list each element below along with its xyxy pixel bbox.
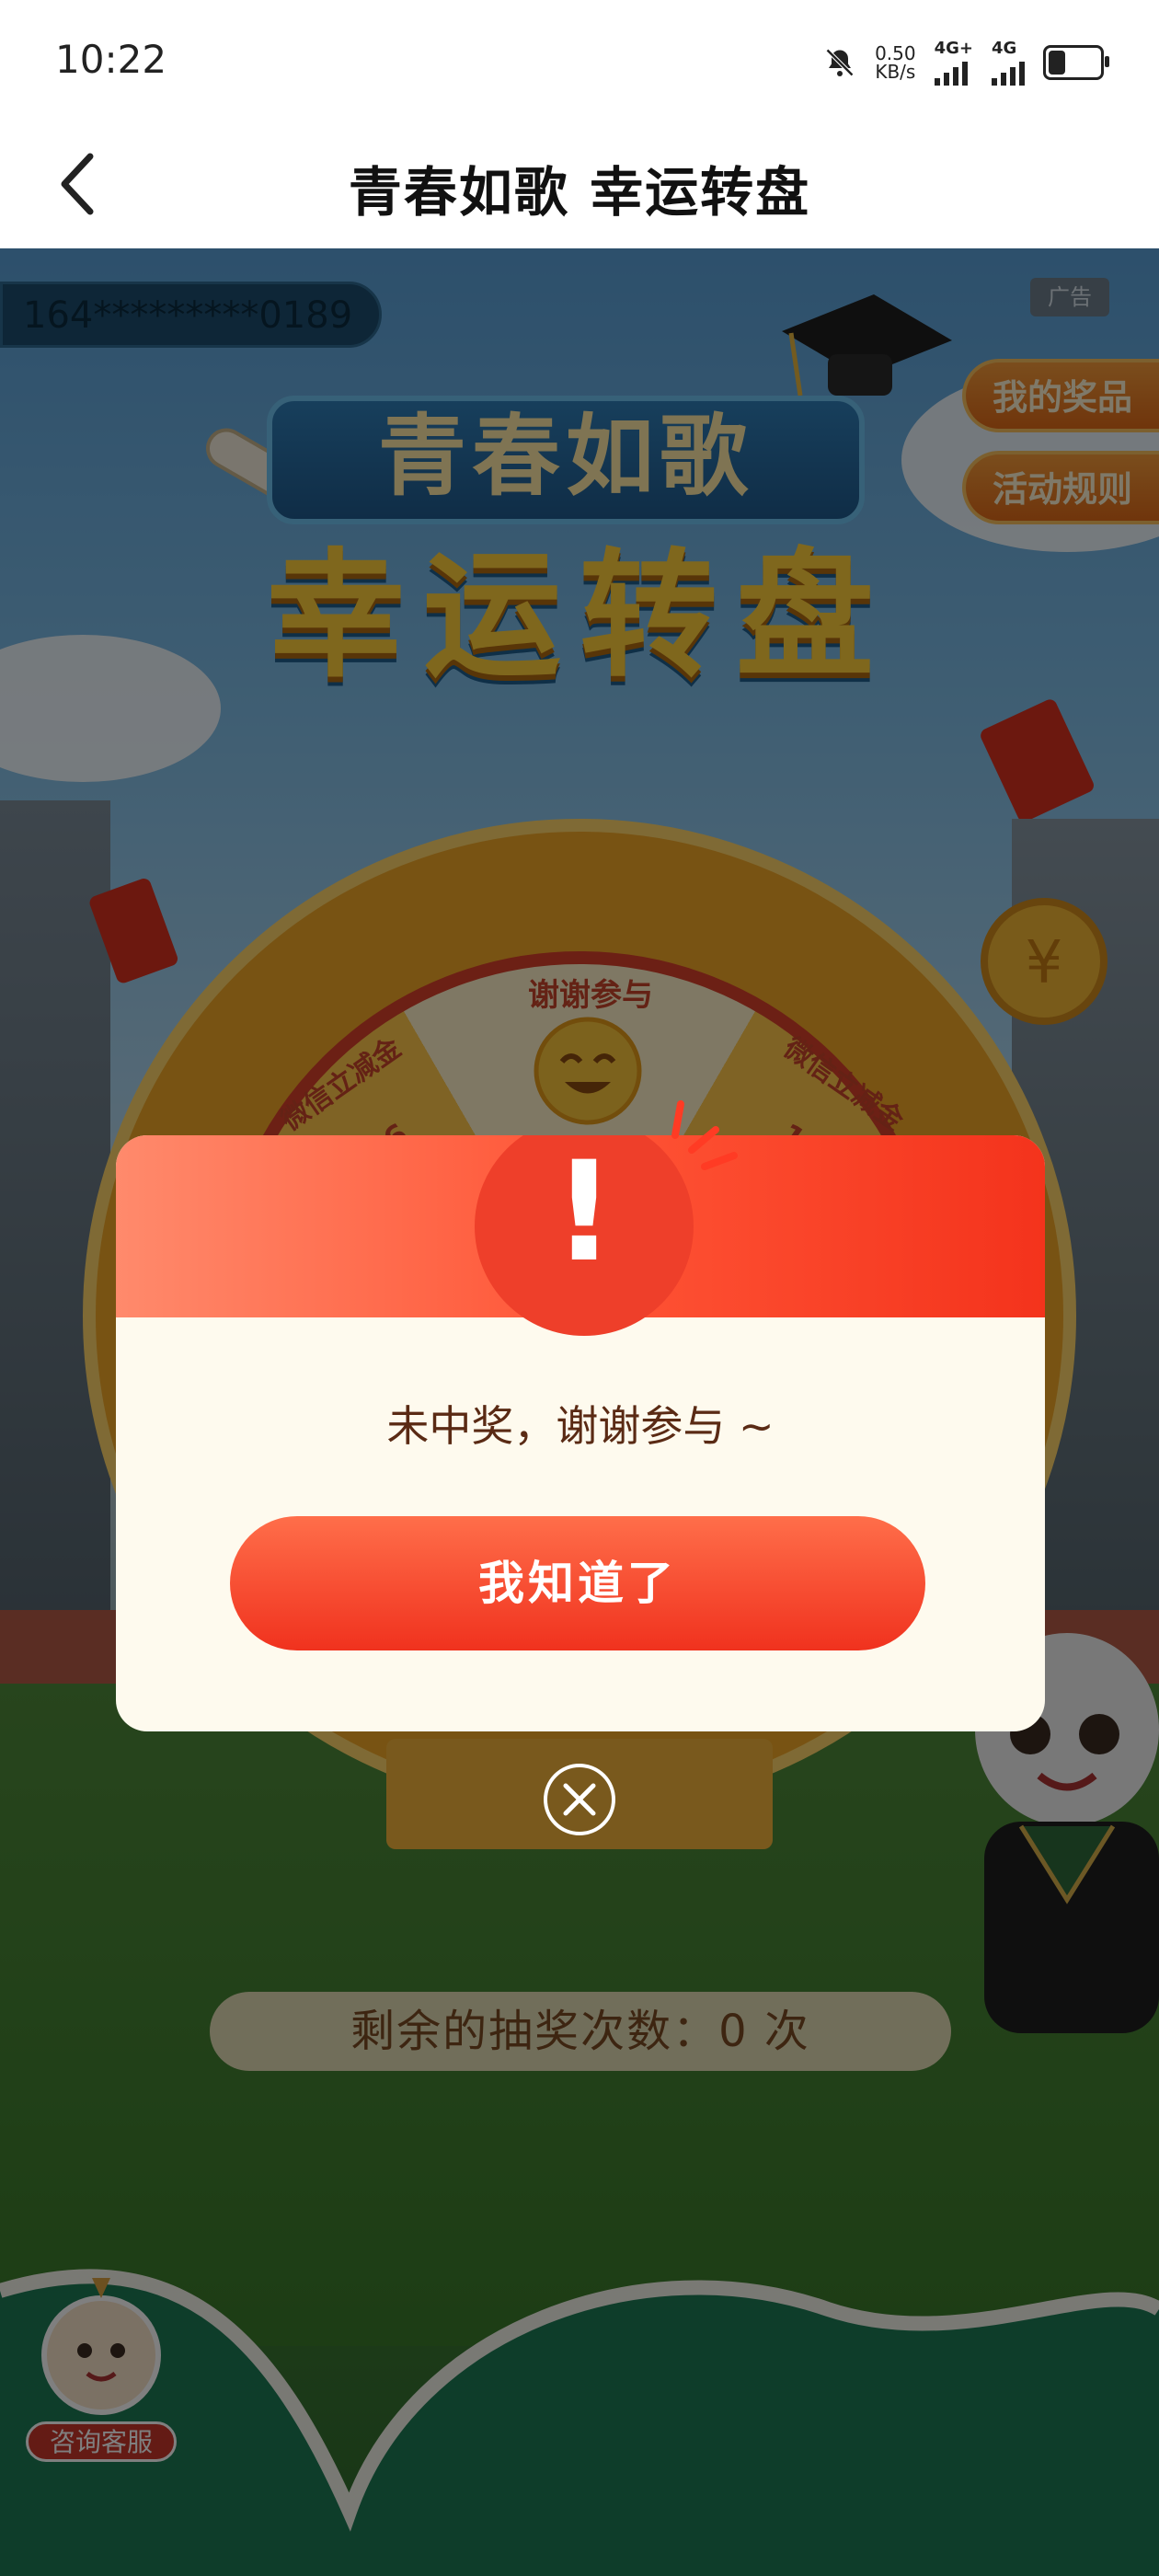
signal-bars-icon: [934, 58, 968, 86]
status-bar: 10:22 0.50 KB/s 4G+ 4G: [0, 0, 1159, 120]
signal-bars-icon: [992, 58, 1025, 86]
clock: 10:22: [55, 37, 167, 82]
nav-bar: 青春如歌 幸运转盘: [0, 120, 1159, 248]
net-speed: 0.50 KB/s: [875, 41, 916, 83]
result-dialog: ! 未中奖，谢谢参与 ~ 我知道了: [116, 1135, 1045, 1731]
dialog-message: 未中奖，谢谢参与 ~: [386, 1401, 775, 1451]
close-icon: [563, 1783, 596, 1816]
confirm-button[interactable]: 我知道了: [230, 1516, 925, 1650]
close-dialog-button[interactable]: [544, 1764, 615, 1835]
page-title: 青春如歌 幸运转盘: [348, 161, 811, 224]
exclamation-icon: !: [552, 1135, 616, 1293]
signal-2: 4G: [992, 39, 1025, 86]
signal-1: 4G+: [934, 39, 973, 86]
spark-lines-icon: [671, 1100, 738, 1170]
battery-icon: [1043, 44, 1109, 80]
status-icons: 0.50 KB/s 4G+ 4G: [823, 39, 1109, 86]
mute-bell-icon: [825, 48, 855, 76]
